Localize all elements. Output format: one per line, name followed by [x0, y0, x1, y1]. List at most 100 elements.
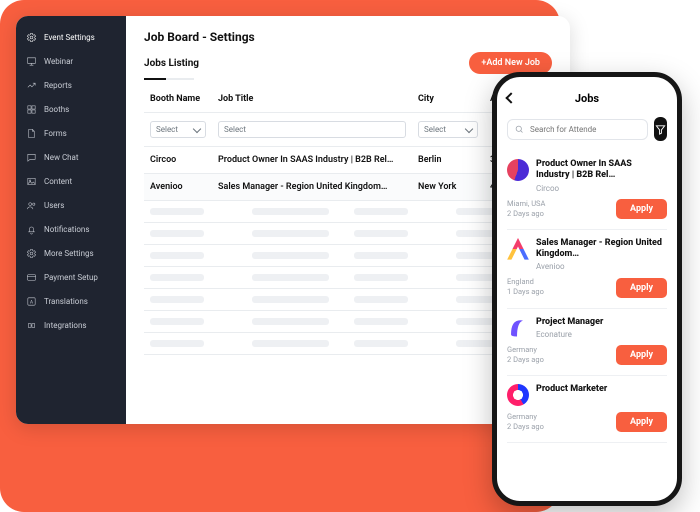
cell-booth: Avenioo [144, 174, 212, 200]
skeleton-row [144, 201, 552, 223]
apply-button[interactable]: Apply [616, 278, 667, 298]
company-logo-icon [507, 384, 529, 406]
sidebar-item-label: Webinar [44, 57, 73, 66]
gear-icon [26, 248, 37, 259]
col-header-title: Job Title [212, 86, 412, 112]
cell-booth: Circoo [144, 147, 212, 173]
job-title: Product Owner In SAAS Industry | B2B Rel… [536, 159, 667, 182]
table-row[interactable]: AveniooSales Manager - Region United Kin… [144, 174, 552, 201]
skeleton-row [144, 245, 552, 267]
cell-city: Berlin [412, 147, 484, 173]
sidebar-item-label: Users [44, 201, 64, 210]
sidebar-item-integrations[interactable]: Integrations [16, 314, 126, 337]
apply-button[interactable]: Apply [616, 199, 667, 219]
phone-frame: Jobs Product Owner In SAAS Industry | B2… [492, 72, 682, 506]
page-title: Job Board - Settings [144, 30, 552, 44]
desktop-panel: Event Settings Webinar Reports Booths Forms N… [16, 16, 570, 424]
skeleton-row [144, 267, 552, 289]
table-row[interactable]: CircooProduct Owner In SAAS Industry | B… [144, 147, 552, 174]
cell-title: Sales Manager - Region United Kingdom… [212, 174, 412, 200]
sidebar-item-label: Content [44, 177, 72, 186]
svg-text:A: A [30, 299, 33, 305]
phone-header: Jobs [507, 87, 667, 109]
chevron-down-icon [193, 124, 201, 132]
grid-icon [26, 104, 37, 115]
company-logo-icon [507, 317, 529, 339]
search-input[interactable] [530, 125, 640, 134]
chevron-down-icon [465, 124, 473, 132]
search-input-wrapper[interactable] [507, 119, 648, 140]
job-title: Sales Manager - Region United Kingdom… [536, 238, 667, 261]
filter-booth-select[interactable]: Select [150, 121, 206, 138]
sidebar-item-label: Integrations [44, 321, 87, 330]
filter-button[interactable] [654, 117, 667, 141]
sidebar-item-more-settings[interactable]: More Settings [16, 242, 126, 265]
sidebar-item-label: Notifications [44, 225, 89, 234]
col-header-booth: Booth Name [144, 86, 212, 112]
job-title: Product Marketer [536, 384, 667, 395]
sidebar-item-content[interactable]: Content [16, 170, 126, 193]
sidebar-item-translations[interactable]: ATranslations [16, 290, 126, 313]
back-button[interactable] [505, 92, 516, 103]
job-card[interactable]: Project ManagerEconatureGermany2 Days ag… [507, 309, 667, 377]
job-meta: Germany2 Days ago [507, 345, 544, 365]
cell-city: New York [412, 174, 484, 200]
job-meta: Germany2 Days ago [507, 412, 544, 432]
sidebar-item-new-chat[interactable]: New Chat [16, 146, 126, 169]
sidebar-item-event-settings[interactable]: Event Settings [16, 26, 126, 49]
filter-city-select[interactable]: Select [418, 121, 478, 138]
sidebar-item-label: Forms [44, 129, 67, 138]
company-logo-icon [507, 159, 529, 181]
chat-icon [26, 152, 37, 163]
sidebar-item-label: More Settings [44, 249, 94, 258]
job-company: Circoo [536, 184, 667, 193]
sidebar-item-webinar[interactable]: Webinar [16, 50, 126, 73]
sidebar-item-notifications[interactable]: Notifications [16, 218, 126, 241]
job-card[interactable]: Sales Manager - Region United Kingdom…Av… [507, 230, 667, 309]
search-icon [515, 125, 524, 134]
sidebar-item-label: Payment Setup [44, 273, 98, 282]
sidebar-item-label: Event Settings [44, 33, 95, 42]
table-filter-row: Select Select Select [144, 113, 552, 147]
bell-icon [26, 224, 37, 235]
tab-indicator [144, 78, 194, 80]
cell-title: Product Owner In SAAS Industry | B2B Rel… [212, 147, 412, 173]
phone-title: Jobs [575, 92, 599, 105]
skeleton-row [144, 311, 552, 333]
file-icon [26, 128, 37, 139]
skeleton-row [144, 289, 552, 311]
users-icon [26, 200, 37, 211]
plug-icon [26, 320, 37, 331]
job-company: Avenioo [536, 262, 667, 271]
skeleton-row [144, 223, 552, 245]
table-header-row: Booth Name Job Title City Applicant Coun… [144, 86, 552, 113]
lang-icon: A [26, 296, 37, 307]
col-header-city: City [412, 86, 484, 112]
apply-button[interactable]: Apply [616, 345, 667, 365]
sidebar-item-forms[interactable]: Forms [16, 122, 126, 145]
filter-title-select[interactable]: Select [218, 121, 406, 138]
add-new-job-button[interactable]: +Add New Job [469, 52, 552, 74]
image-icon [26, 176, 37, 187]
job-meta: England1 Days ago [507, 277, 544, 297]
sidebar-item-label: Reports [44, 81, 72, 90]
job-card[interactable]: Product Owner In SAAS Industry | B2B Rel… [507, 151, 667, 230]
skeleton-row [144, 333, 552, 355]
sidebar-item-label: New Chat [44, 153, 79, 162]
sidebar-item-payment-setup[interactable]: Payment Setup [16, 266, 126, 289]
monitor-icon [26, 56, 37, 67]
section-subhead: Jobs Listing [144, 58, 199, 69]
sidebar-item-booths[interactable]: Booths [16, 98, 126, 121]
card-icon [26, 272, 37, 283]
sidebar-item-reports[interactable]: Reports [16, 74, 126, 97]
sidebar-item-users[interactable]: Users [16, 194, 126, 217]
job-card[interactable]: Product Marketer Germany2 Days ago Apply [507, 376, 667, 443]
sidebar: Event Settings Webinar Reports Booths Forms N… [16, 16, 126, 424]
jobs-list: Product Owner In SAAS Industry | B2B Rel… [507, 151, 667, 443]
filter-icon [655, 124, 666, 135]
company-logo-icon [507, 238, 529, 260]
apply-button[interactable]: Apply [616, 412, 667, 432]
gear-icon [26, 32, 37, 43]
job-meta: Miami, USA2 Days ago [507, 199, 545, 219]
jobs-table: Booth Name Job Title City Applicant Coun… [144, 86, 552, 355]
